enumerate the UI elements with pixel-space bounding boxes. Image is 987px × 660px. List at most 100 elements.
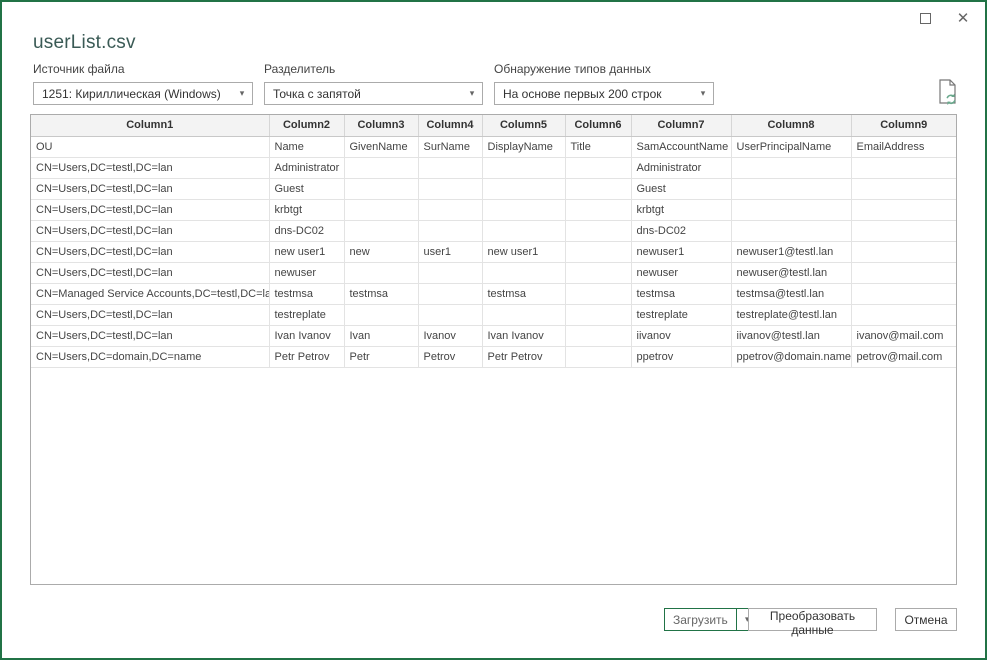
file-origin-select[interactable]: 1251: Кириллическая (Windows) ▾ — [33, 82, 253, 105]
type-detection-select[interactable]: На основе первых 200 строк ▾ — [494, 82, 714, 105]
load-button[interactable]: Загрузить — [665, 609, 736, 630]
table-cell — [731, 220, 851, 241]
table-cell: OU — [31, 136, 269, 157]
column-header: Column9 — [851, 115, 956, 136]
table-cell: newuser — [631, 262, 731, 283]
delimiter-value: Точка с запятой — [265, 87, 462, 101]
table-cell: iivanov — [631, 325, 731, 346]
table-cell: SamAccountName — [631, 136, 731, 157]
table-cell: newuser1 — [631, 241, 731, 262]
table-cell: CN=Users,DC=testl,DC=lan — [31, 262, 269, 283]
table-cell — [851, 241, 956, 262]
table-cell: CN=Users,DC=testl,DC=lan — [31, 220, 269, 241]
table-cell: dns-DC02 — [269, 220, 344, 241]
table-cell: petrov@mail.com — [851, 346, 956, 367]
table-cell: ppetrov — [631, 346, 731, 367]
table-cell: Ivanov — [418, 325, 482, 346]
table-cell — [731, 157, 851, 178]
delimiter-select[interactable]: Точка с запятой ▾ — [264, 82, 483, 105]
table-cell — [565, 199, 631, 220]
table-cell: testmsa — [631, 283, 731, 304]
table-cell — [565, 220, 631, 241]
chevron-down-icon: ▾ — [232, 88, 252, 99]
table-cell: new user1 — [482, 241, 565, 262]
table-cell: Petr — [344, 346, 418, 367]
transform-data-button[interactable]: Преобразовать данные — [748, 608, 877, 631]
table-cell — [344, 304, 418, 325]
table-cell: Ivan Ivanov — [482, 325, 565, 346]
close-icon: ✕ — [957, 11, 970, 26]
column-header: Column8 — [731, 115, 851, 136]
table-cell: Petr Petrov — [269, 346, 344, 367]
table-cell — [565, 178, 631, 199]
table-cell — [851, 157, 956, 178]
close-button[interactable]: ✕ — [949, 6, 977, 30]
table-cell — [851, 283, 956, 304]
table-row: CN=Users,DC=testl,DC=lannewusernewuserne… — [31, 262, 956, 283]
table-cell: CN=Users,DC=testl,DC=lan — [31, 199, 269, 220]
table-cell: GivenName — [344, 136, 418, 157]
type-detection-value: На основе первых 200 строк — [495, 87, 693, 101]
table-cell — [851, 220, 956, 241]
table-cell: CN=Users,DC=testl,DC=lan — [31, 241, 269, 262]
table-cell — [344, 178, 418, 199]
header-row: Column1Column2Column3Column4Column5Colum… — [31, 115, 956, 136]
table-row: CN=Users,DC=testl,DC=lanAdministratorAdm… — [31, 157, 956, 178]
table-cell: Petr Petrov — [482, 346, 565, 367]
file-origin-value: 1251: Кириллическая (Windows) — [34, 87, 232, 101]
chevron-down-icon: ▾ — [693, 88, 713, 99]
table-cell: dns-DC02 — [631, 220, 731, 241]
table-cell — [565, 346, 631, 367]
table-cell — [482, 199, 565, 220]
refresh-preview-button[interactable] — [934, 78, 962, 106]
table-cell: ppetrov@domain.name — [731, 346, 851, 367]
table-cell — [851, 199, 956, 220]
table-cell — [418, 262, 482, 283]
table-cell: Guest — [269, 178, 344, 199]
table-cell: CN=Users,DC=domain,DC=name — [31, 346, 269, 367]
table-cell: Guest — [631, 178, 731, 199]
table-cell — [482, 157, 565, 178]
table-cell: testmsa@testl.lan — [731, 283, 851, 304]
table-cell — [565, 325, 631, 346]
column-header: Column4 — [418, 115, 482, 136]
table-cell: krbtgt — [269, 199, 344, 220]
table-cell: Ivan — [344, 325, 418, 346]
table-cell: testreplate — [269, 304, 344, 325]
table-cell — [344, 157, 418, 178]
table-cell — [482, 178, 565, 199]
table-cell: iivanov@testl.lan — [731, 325, 851, 346]
csv-import-dialog: ✕ userList.csv Источник файла 1251: Кири… — [0, 0, 987, 660]
table-cell: EmailAddress — [851, 136, 956, 157]
column-header: Column1 — [31, 115, 269, 136]
table-row: CN=Users,DC=testl,DC=lanIvan IvanovIvanI… — [31, 325, 956, 346]
cancel-button[interactable]: Отмена — [895, 608, 957, 631]
table-cell: testreplate@testl.lan — [731, 304, 851, 325]
maximize-button[interactable] — [911, 6, 939, 30]
table-cell: Ivan Ivanov — [269, 325, 344, 346]
table-cell — [731, 178, 851, 199]
table-cell — [482, 262, 565, 283]
table-cell: newuser1@testl.lan — [731, 241, 851, 262]
table-cell — [565, 304, 631, 325]
table-cell: testreplate — [631, 304, 731, 325]
table-cell: testmsa — [482, 283, 565, 304]
column-header: Column6 — [565, 115, 631, 136]
table-row: CN=Users,DC=testl,DC=lantestreplatetestr… — [31, 304, 956, 325]
table-row: CN=Users,DC=testl,DC=landns-DC02dns-DC02 — [31, 220, 956, 241]
table-cell: Name — [269, 136, 344, 157]
table-cell: user1 — [418, 241, 482, 262]
window-controls: ✕ — [911, 6, 977, 30]
type-detection-label: Обнаружение типов данных — [494, 62, 651, 76]
table-row: CN=Managed Service Accounts,DC=testl,DC=… — [31, 283, 956, 304]
table-cell: Title — [565, 136, 631, 157]
table-cell — [482, 304, 565, 325]
page-title: userList.csv — [33, 32, 136, 54]
table-cell: CN=Users,DC=testl,DC=lan — [31, 325, 269, 346]
load-split-button[interactable]: Загрузить ▾ — [664, 608, 759, 631]
table-cell: testmsa — [269, 283, 344, 304]
column-header: Column7 — [631, 115, 731, 136]
column-header: Column2 — [269, 115, 344, 136]
table-cell — [418, 199, 482, 220]
table-cell: new user1 — [269, 241, 344, 262]
